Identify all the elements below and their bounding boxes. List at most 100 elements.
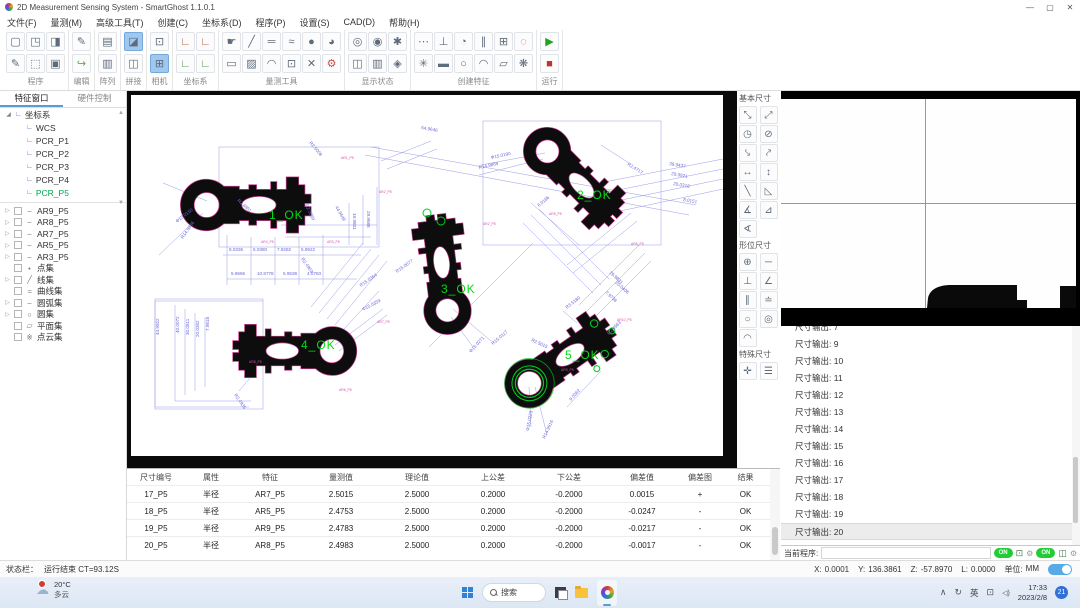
show-3d-icon[interactable]: ◈ bbox=[388, 54, 407, 73]
unit-toggle[interactable] bbox=[1048, 564, 1072, 575]
output-list-item[interactable]: 尺寸输出: 13 bbox=[781, 404, 1080, 421]
camera-view[interactable] bbox=[781, 91, 1080, 326]
expand-icon[interactable]: ▷ bbox=[4, 276, 11, 283]
dim-distance-icon[interactable]: ╲ bbox=[739, 182, 757, 200]
expand-icon[interactable]: ▷ bbox=[4, 242, 11, 249]
expand-icon[interactable]: ▷ bbox=[4, 230, 11, 237]
stitch-settings-icon[interactable]: ◫ bbox=[124, 54, 143, 73]
create-angle-circle-icon[interactable]: ◔ bbox=[454, 32, 473, 51]
visibility-checkbox[interactable] bbox=[14, 230, 22, 238]
taskbar-search[interactable]: 搜索 bbox=[482, 583, 546, 602]
edit-program-icon[interactable]: ✎ bbox=[6, 54, 25, 73]
table-scrollbar[interactable] bbox=[770, 469, 780, 561]
part-3[interactable] bbox=[410, 209, 476, 338]
save-program-icon[interactable]: ◨ bbox=[46, 32, 65, 51]
expand-icon[interactable]: ▷ bbox=[4, 207, 11, 214]
task-view-button[interactable] bbox=[555, 587, 566, 598]
pos-parallelism-icon[interactable]: ∥ bbox=[739, 291, 757, 309]
visibility-checkbox[interactable] bbox=[14, 333, 22, 341]
part-4[interactable] bbox=[233, 324, 357, 377]
ime-indicator[interactable]: 英 bbox=[970, 587, 979, 599]
tree-item-AR3_P5[interactable]: ▷⌣AR3_P5 bbox=[0, 251, 126, 263]
news-badge[interactable]: 21 bbox=[1055, 586, 1068, 599]
camera-on-toggle[interactable]: ON bbox=[1036, 548, 1055, 558]
tree-item-AR9_P5[interactable]: ▷⌣AR9_P5 bbox=[0, 205, 126, 217]
output-scrollbar[interactable] bbox=[1072, 326, 1080, 545]
edit-image-icon[interactable]: ✎ bbox=[72, 32, 91, 51]
output-list-item[interactable]: 尺寸输出: 20 bbox=[781, 523, 1080, 540]
tree-item-AR5_P5[interactable]: ▷⌣AR5_P5 bbox=[0, 240, 126, 252]
create-rect-icon[interactable]: ⊞ bbox=[494, 32, 513, 51]
coord-create-icon[interactable]: ∟ bbox=[176, 32, 195, 51]
dim-width-icon[interactable]: ↔ bbox=[739, 163, 757, 181]
column-header[interactable]: 尺寸编号 bbox=[127, 472, 185, 483]
visibility-checkbox[interactable] bbox=[14, 276, 22, 284]
tree-item-AR7_P5[interactable]: ▷⌣AR7_P5 bbox=[0, 228, 126, 240]
tree-item-PCR_P2[interactable]: ∟PCR_P2 bbox=[0, 147, 126, 160]
width-tool-icon[interactable]: ═ bbox=[262, 32, 281, 51]
column-header[interactable]: 特征 bbox=[237, 472, 303, 483]
run-button-icon[interactable]: ▶ bbox=[540, 32, 559, 51]
dim-circle-circle-icon[interactable]: ⤤ bbox=[760, 144, 778, 162]
pos-symmetry-icon[interactable]: ≐ bbox=[760, 291, 778, 309]
expand-icon[interactable]: ◢ bbox=[5, 111, 12, 118]
output-list-item[interactable]: 尺寸输出: 17 bbox=[781, 472, 1080, 489]
tree-item-PCR_P5[interactable]: ∟PCR_P5 bbox=[0, 186, 126, 199]
tab-hardware-control[interactable]: 硬件控制 bbox=[63, 91, 126, 107]
output-list-item[interactable]: 尺寸输出: 15 bbox=[781, 438, 1080, 455]
circle-tool-icon[interactable]: ● bbox=[302, 32, 321, 51]
pos-straightness-icon[interactable]: ─ bbox=[760, 253, 778, 271]
new-program-icon[interactable]: ▢ bbox=[6, 32, 25, 51]
tree-item-PCR_P3[interactable]: ∟PCR_P3 bbox=[0, 160, 126, 173]
create-arc-icon[interactable]: ◠ bbox=[474, 54, 493, 73]
output-list-item[interactable]: 尺寸输出: 18 bbox=[781, 489, 1080, 506]
expand-icon[interactable]: ▷ bbox=[4, 219, 11, 226]
menu-item-5[interactable]: 程序(P) bbox=[256, 16, 286, 29]
create-width-icon[interactable]: ▬ bbox=[434, 54, 453, 73]
dim-angle-line-icon[interactable]: ∡ bbox=[739, 201, 757, 219]
menu-item-3[interactable]: 创建(C) bbox=[158, 16, 189, 29]
dim-height-icon[interactable]: ↕ bbox=[760, 163, 778, 181]
stop-button-icon[interactable]: ■ bbox=[540, 54, 559, 73]
menu-item-4[interactable]: 坐标系(D) bbox=[202, 16, 242, 29]
scroll-down-icon[interactable]: ▼ bbox=[118, 200, 124, 206]
rect-tool-icon[interactable]: ▭ bbox=[222, 54, 241, 73]
menu-item-0[interactable]: 文件(F) bbox=[7, 16, 37, 29]
weather-widget[interactable]: ☁ 20°C 多云 bbox=[36, 580, 71, 600]
visibility-checkbox[interactable] bbox=[14, 241, 22, 249]
table-scroll-thumb[interactable] bbox=[772, 527, 778, 555]
output-list-item[interactable]: 尺寸输出: 12 bbox=[781, 387, 1080, 404]
table-row[interactable]: 19_P5半径AR9_P52.47832.50000.2000-0.2000-0… bbox=[127, 519, 780, 536]
expand-icon[interactable]: ▷ bbox=[4, 299, 11, 306]
tree-item-平面集[interactable]: ▱平面集 bbox=[0, 320, 126, 332]
clock[interactable]: 17:33 2023/2/8 bbox=[1018, 583, 1047, 602]
create-circle-icon[interactable]: ○ bbox=[454, 54, 473, 73]
program-settings-icon[interactable]: ▣ bbox=[46, 54, 65, 73]
tree-item-点云集[interactable]: ※点云集 bbox=[0, 332, 126, 344]
output-list-item[interactable]: 尺寸输出: 16 bbox=[781, 455, 1080, 472]
dim-angle-arrow-icon[interactable]: ∢ bbox=[739, 220, 757, 238]
light-settings-gear-icon[interactable]: ⚙ bbox=[1026, 549, 1033, 558]
part-5[interactable] bbox=[494, 304, 629, 422]
probe-tool-icon[interactable]: ⚙ bbox=[322, 54, 341, 73]
column-header[interactable]: 下公差 bbox=[531, 472, 607, 483]
dim-line-circle-icon[interactable]: ⤥ bbox=[739, 144, 757, 162]
output-list-item[interactable]: 尺寸输出: 9 bbox=[781, 336, 1080, 353]
tree-item-WCS[interactable]: ∟WCS bbox=[0, 121, 126, 134]
maximize-button[interactable]: ▢ bbox=[1040, 3, 1060, 12]
create-marker-icon[interactable]: ◌ bbox=[514, 32, 533, 51]
visibility-checkbox[interactable] bbox=[14, 253, 22, 261]
output-list-item[interactable]: 尺寸输出: 11 bbox=[781, 370, 1080, 387]
measurement-canvas[interactable]: 1_OK2_OK3_OK4_OK5_OKΦ15.0150R14.9886R2.5… bbox=[127, 91, 737, 468]
curve-tool-icon[interactable]: ≈ bbox=[282, 32, 301, 51]
table-row[interactable]: 17_P5半径AR7_P52.50152.50000.2000-0.20000.… bbox=[127, 485, 780, 502]
dim-circle-icon[interactable]: ◷ bbox=[739, 125, 757, 143]
column-header[interactable]: 偏差值 bbox=[607, 472, 677, 483]
camera-grid-icon[interactable]: ⊞ bbox=[150, 54, 169, 73]
dim-point-point-icon[interactable]: ⤡ bbox=[739, 106, 757, 124]
show-image-icon[interactable]: ◫ bbox=[348, 54, 367, 73]
dim-diameter-icon[interactable]: ⊘ bbox=[760, 125, 778, 143]
part-2[interactable] bbox=[512, 116, 634, 238]
file-explorer-button[interactable] bbox=[575, 588, 588, 598]
start-button[interactable] bbox=[462, 587, 473, 598]
